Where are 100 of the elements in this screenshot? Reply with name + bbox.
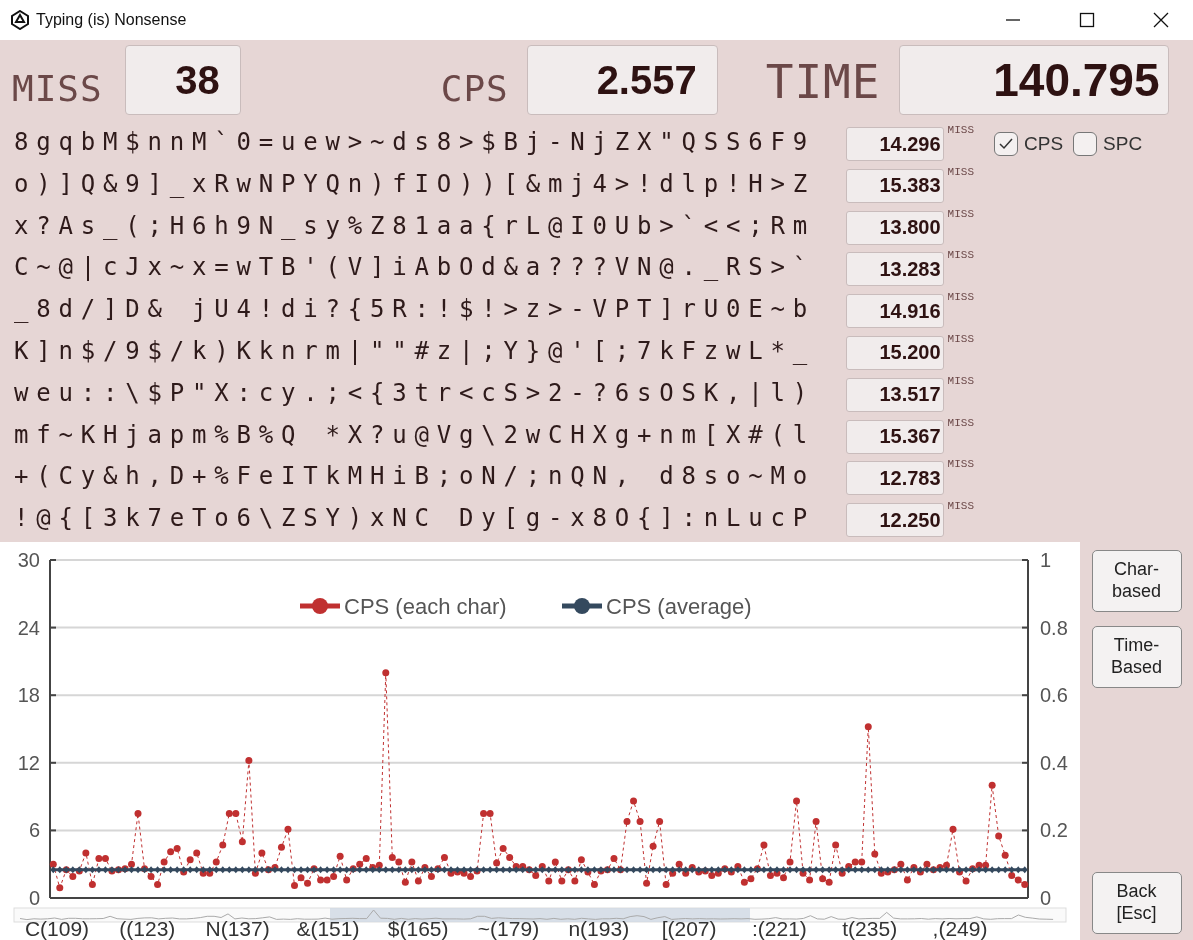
data-point <box>440 853 448 861</box>
data-point <box>336 852 344 860</box>
stat-value: 2.557 <box>526 45 718 115</box>
data-point <box>577 856 585 864</box>
y-tick-label: 0.2 <box>1040 819 1068 842</box>
miss-label: MISS <box>947 333 974 345</box>
miss-label: MISS <box>947 500 974 513</box>
data-point <box>636 817 644 825</box>
data-point <box>382 669 390 677</box>
data-point <box>643 879 651 887</box>
data-point <box>903 876 911 884</box>
data-point <box>551 858 559 866</box>
data-point <box>49 860 57 868</box>
data-point <box>493 859 501 867</box>
data-point <box>630 797 638 805</box>
close-icon[interactable] <box>1153 12 1169 28</box>
typed-text-line: K]n$/9$/k)Kknrm|""#z|;Y}@'[;7kFzwL*_ <box>14 336 815 367</box>
typed-text-line: _8d/]D& jU4!di?{5R:!$!>z>-VPT]rU0E~b <box>14 294 815 326</box>
stat-value: 38 <box>124 45 241 115</box>
data-point <box>864 723 872 731</box>
data-point <box>88 881 96 888</box>
app-logo-icon <box>10 10 30 30</box>
navigator-label: :(221) <box>751 917 807 940</box>
data-point <box>812 817 820 825</box>
chart-mode-button[interactable]: Char-based <box>1091 550 1182 612</box>
data-point <box>832 841 840 849</box>
checkbox-label: CPS <box>1024 133 1064 155</box>
window-title: Typing (is) Nonsense <box>36 11 187 29</box>
back-button[interactable]: Back [Esc] <box>1091 872 1182 934</box>
line-time-value: 15.367 <box>845 419 944 454</box>
line-time-value: 12.250 <box>845 503 944 538</box>
navigator-label: ,(249) <box>932 917 988 940</box>
data-point <box>610 855 618 863</box>
data-point <box>949 825 957 833</box>
data-point <box>219 841 227 849</box>
checkbox[interactable] <box>1073 132 1098 156</box>
line-time-value: 14.916 <box>845 294 944 329</box>
data-point <box>1001 851 1009 859</box>
typed-text-line: !@{[3k7eTo6\ZSY)xNC Dy[g-x8O{]:nLucP <box>14 503 815 535</box>
navigator-label: t(235) <box>842 917 898 940</box>
data-point <box>414 877 422 885</box>
y-tick-label: 30 <box>17 549 40 571</box>
navigator-label: n(193) <box>568 917 630 940</box>
line-time-value: 15.200 <box>845 336 944 370</box>
y-tick-label: 0.4 <box>1040 751 1068 774</box>
data-point <box>649 842 657 850</box>
navigator-label: ((123) <box>119 917 176 940</box>
line-time-value: 13.800 <box>845 210 944 245</box>
data-point <box>212 858 220 866</box>
data-point <box>134 810 142 817</box>
legend-label: CPS (average) <box>606 594 752 619</box>
y-tick-label: 24 <box>17 616 40 639</box>
typed-text-line: weu::\$P"X:cy.;<{3tr<cS>2-?6sOSK,|l) <box>14 377 815 409</box>
data-point <box>760 841 768 849</box>
navigator-label: $(165) <box>387 917 449 940</box>
chart-mode-button[interactable]: Time-Based <box>1091 626 1182 688</box>
line-time-value: 15.383 <box>845 168 944 203</box>
checkbox-label: SPC <box>1103 133 1143 155</box>
data-point <box>662 881 670 888</box>
data-point <box>238 838 246 846</box>
data-point <box>656 817 664 825</box>
line-time-value: 12.783 <box>845 461 944 496</box>
y-tick-label: 0.6 <box>1040 684 1068 707</box>
navigator-label: &(151) <box>296 917 360 940</box>
y-tick-label: 6 <box>28 819 40 842</box>
navigator-label: [(207) <box>661 917 717 940</box>
data-point <box>82 849 90 857</box>
data-point <box>545 877 553 885</box>
miss-label: MISS <box>947 124 974 136</box>
typed-text-line: +(Cy&h,D+%FeITkMHiB;oN/;nQN, d8so~Mo <box>14 461 815 493</box>
stat-label: MISS <box>12 67 103 109</box>
y-tick-label: 12 <box>17 751 40 774</box>
data-point <box>988 781 996 789</box>
typed-text-line: x?As_(;H6h9N_sy%Z81aa{rL@I0Ub>`<<;Rm <box>14 210 815 242</box>
navigator-label: N(137) <box>205 917 270 940</box>
navigator-label: C(109) <box>24 917 90 940</box>
line-time-value: 14.296 <box>845 127 944 161</box>
data-point <box>56 884 64 892</box>
stat-value: 140.795 <box>898 45 1169 115</box>
data-point <box>786 858 794 866</box>
stat-label: CPS <box>440 67 509 109</box>
data-point <box>401 878 409 886</box>
data-point <box>284 825 292 833</box>
y-tick-label: 18 <box>17 684 40 707</box>
data-point <box>245 757 253 765</box>
miss-label: MISS <box>947 249 974 262</box>
data-point <box>623 817 631 825</box>
data-point <box>258 849 266 857</box>
line-time-value: 13.283 <box>845 252 944 287</box>
miss-label: MISS <box>947 374 974 387</box>
stat-label: TIME <box>765 55 881 109</box>
checkmark-icon <box>998 137 1014 151</box>
data-point <box>871 850 879 858</box>
typed-text-line: mf~KHjapm%B%Q *X?u@Vg\2wCHXg+nm[X#(l <box>14 419 815 451</box>
navigator-label: ~(179) <box>477 917 540 940</box>
maximize-icon[interactable] <box>1079 12 1095 28</box>
typed-text-line: C~@|cJx~x=wTB'(V]iAbOd&a???VN@._RS>` <box>14 252 815 284</box>
y-tick-label: 0 <box>1040 887 1052 909</box>
typed-text-line: 8gqbM$nnM`0=uew>~ds8>$Bj-NjZX"QSS6F9 <box>14 127 815 158</box>
checkbox[interactable] <box>994 132 1018 156</box>
